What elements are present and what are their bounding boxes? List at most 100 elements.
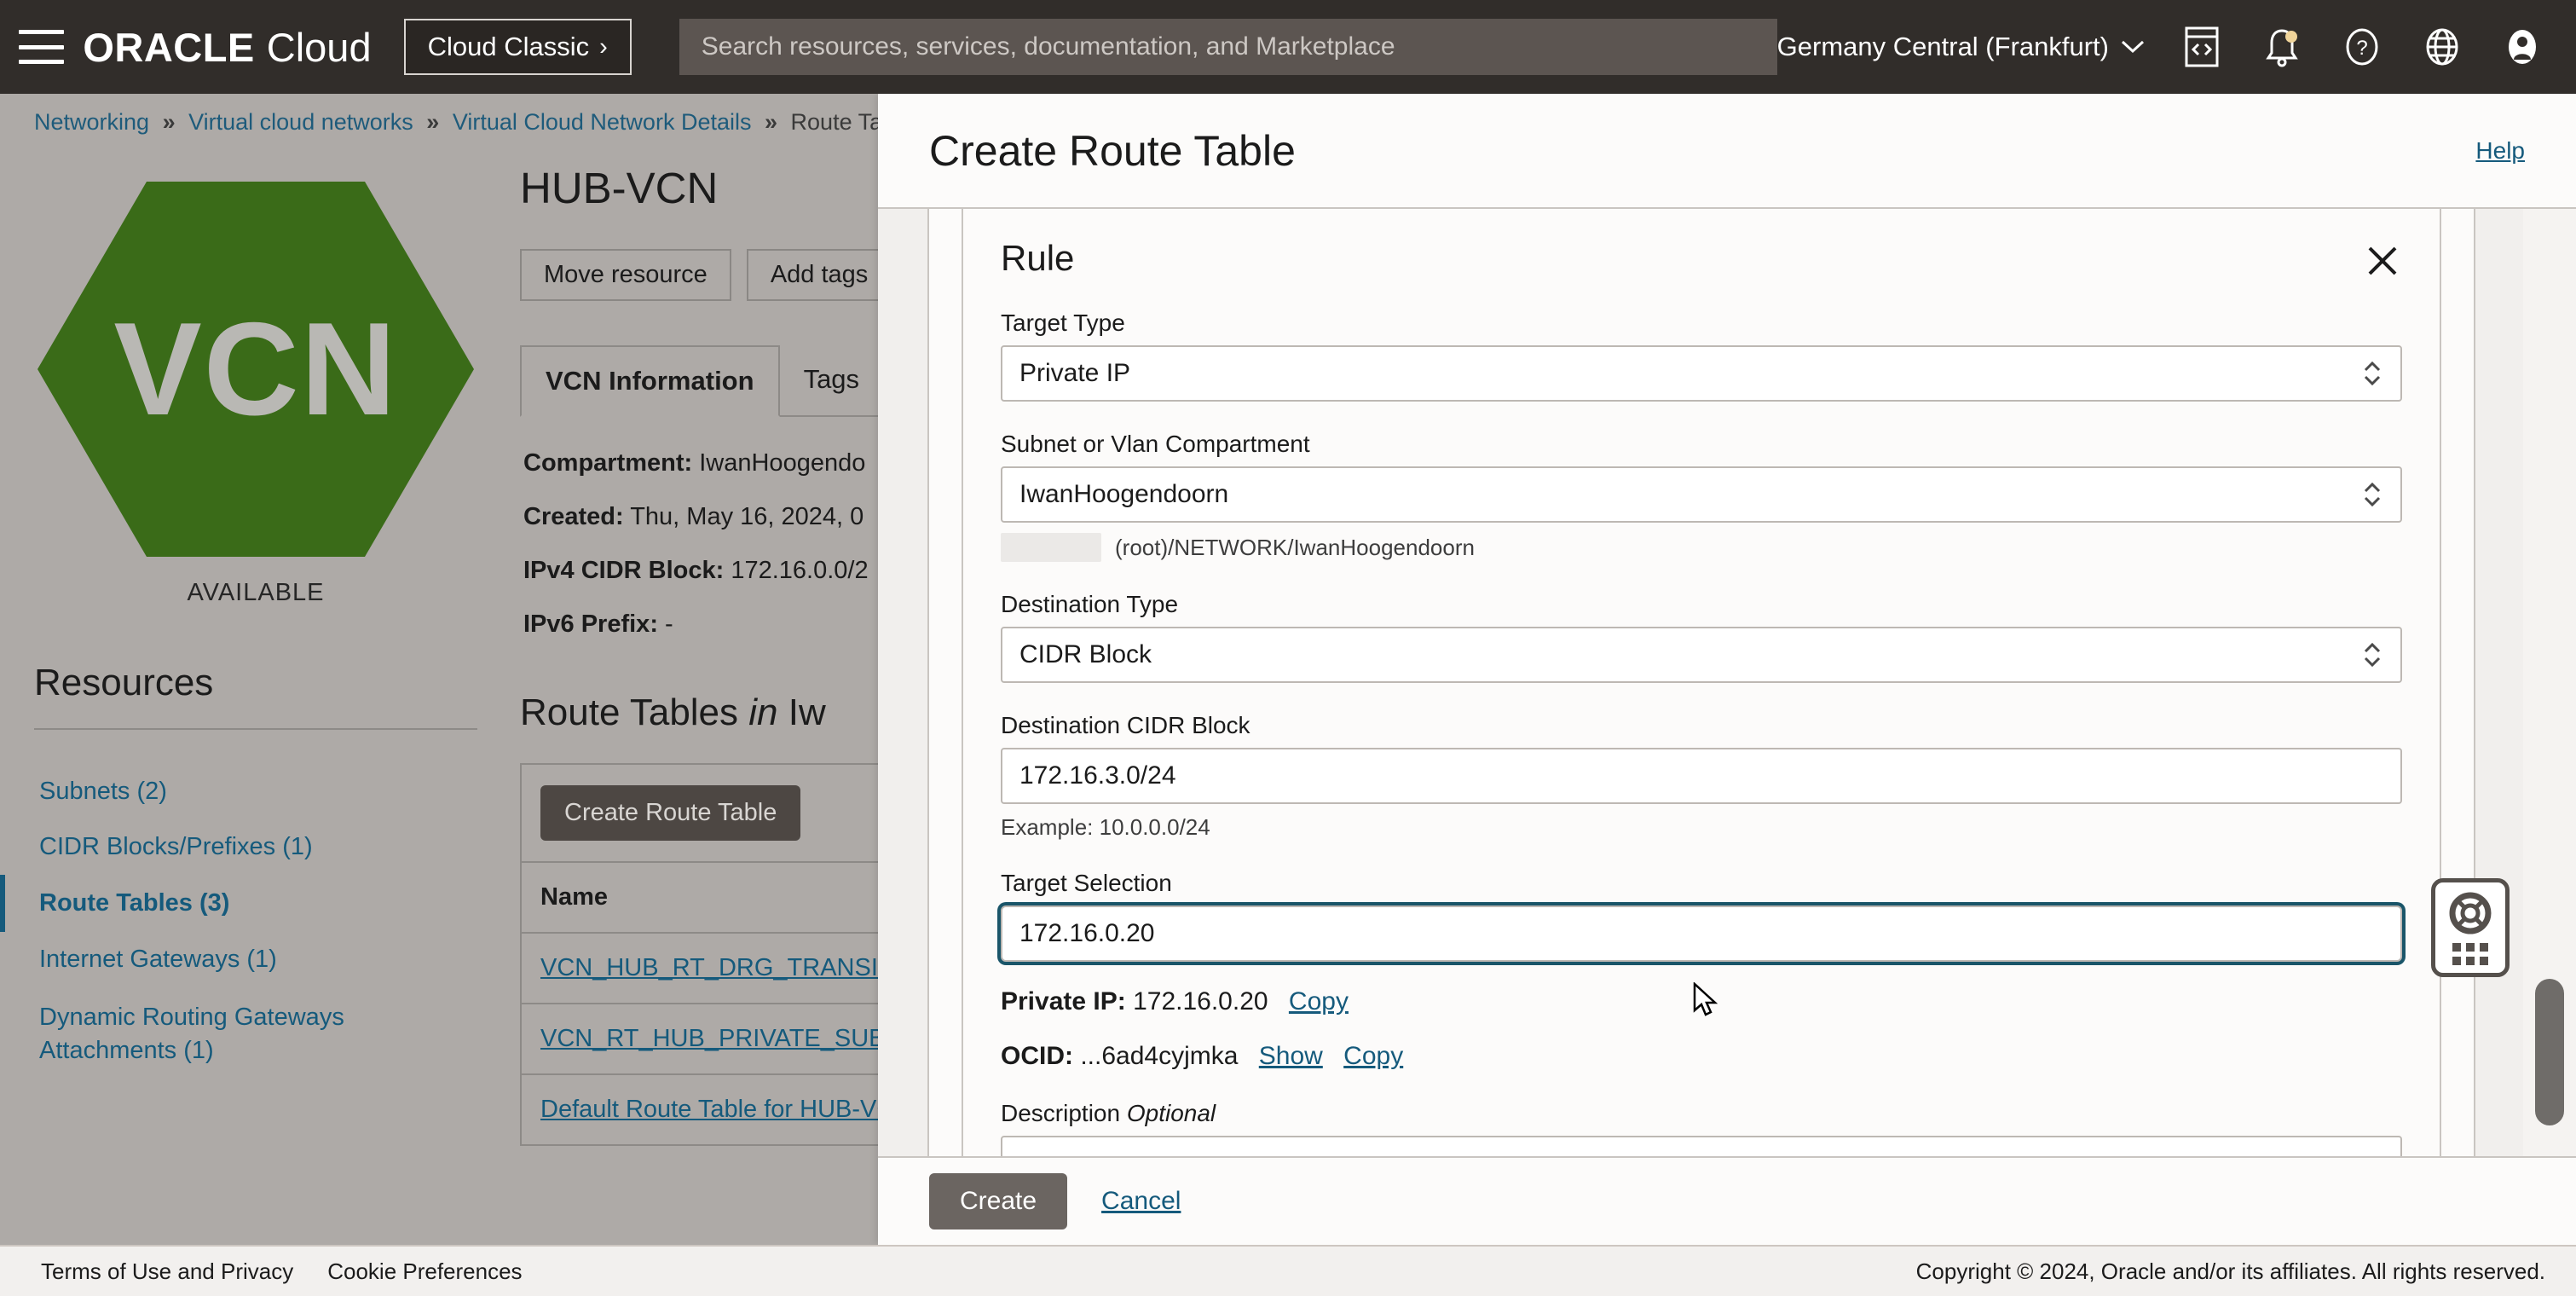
tab-tags[interactable]: Tags — [780, 345, 878, 415]
oracle-cloud-logo[interactable]: ORACLE Cloud — [83, 24, 371, 71]
panel-gutter-inner-left — [929, 209, 963, 1245]
chevron-right-icon: › — [599, 32, 608, 61]
cloud-classic-button[interactable]: Cloud Classic › — [403, 19, 632, 75]
info-value: Thu, May 16, 2024, 0 — [630, 503, 864, 530]
chevron-down-icon — [2121, 40, 2145, 54]
info-value: 172.16.0.0/2 — [731, 557, 869, 584]
destination-type-label: Destination Type — [1001, 591, 1179, 617]
info-key: Compartment: — [523, 449, 693, 477]
breadcrumb-separator: » — [426, 109, 440, 135]
breadcrumb-item-vcn-details[interactable]: Virtual Cloud Network Details — [453, 109, 752, 135]
right-column: HUB-VCN Move resource Add tags VCN Infor… — [511, 148, 878, 1146]
vcn-badge: VCN AVAILABLE — [34, 182, 477, 607]
table-row: VCN_HUB_RT_DRG_TRANSIT — [522, 932, 878, 1003]
cloud-classic-label: Cloud Classic — [427, 32, 590, 61]
sidebar-item-drg-attachments[interactable]: Dynamic Routing Gateways Attachments (1) — [0, 987, 358, 1081]
route-table-link[interactable]: VCN_HUB_RT_DRG_TRANSIT — [540, 954, 878, 981]
vcn-information-list: Compartment: IwanHoogendo Created: Thu, … — [523, 451, 878, 637]
add-tags-button[interactable]: Add tags — [746, 249, 878, 301]
route-tables-title-main: Route Tables — [520, 691, 749, 733]
rule-header: Rule — [1001, 238, 2402, 281]
info-row-compartment: Compartment: IwanHoogendo — [523, 451, 878, 476]
info-key: Created: — [523, 503, 624, 530]
ocid-value: ...6ad4cyjmka — [1080, 1042, 1239, 1070]
scrollbar-thumb[interactable] — [2535, 979, 2564, 1125]
breadcrumb-item-vcns[interactable]: Virtual cloud networks — [188, 109, 413, 135]
breadcrumb-item-current: Route Ta — [790, 109, 878, 135]
breadcrumb-separator: » — [765, 109, 778, 135]
panel-gutter-inner-right — [2440, 209, 2474, 1245]
detail-tabs: VCN Information Tags — [520, 345, 878, 417]
target-selection-input[interactable]: 172.16.0.20 — [1001, 905, 2402, 962]
help-link[interactable]: Help — [2475, 137, 2525, 165]
cloud-wordmark: Cloud — [266, 24, 372, 70]
route-table-link[interactable]: VCN_RT_HUB_PRIVATE_SUBNE — [540, 1025, 878, 1052]
target-type-value: Private IP — [1019, 359, 1131, 387]
target-selection-value: 172.16.0.20 — [1019, 919, 1155, 947]
breadcrumb-separator: » — [162, 109, 176, 135]
code-editor-icon[interactable] — [2179, 24, 2225, 70]
info-row-created: Created: Thu, May 16, 2024, 0 — [523, 505, 878, 529]
sidebar-item-cidr-blocks[interactable]: CIDR Blocks/Prefixes (1) — [0, 819, 511, 875]
oracle-wordmark: ORACLE — [83, 24, 255, 70]
destination-cidr-input[interactable]: 172.16.3.0/24 — [1001, 748, 2402, 804]
private-ip-copy-link[interactable]: Copy — [1289, 987, 1349, 1015]
top-navigation-bar: ORACLE Cloud Cloud Classic › Germany Cen… — [0, 0, 2576, 94]
rule-card: Rule Target Type Private IP Subnet or Vl… — [963, 238, 2440, 1182]
hamburger-menu-icon[interactable] — [19, 30, 65, 64]
help-floating-widget[interactable] — [2431, 878, 2510, 977]
region-label: Germany Central (Frankfurt) — [1776, 32, 2109, 61]
tab-vcn-information[interactable]: VCN Information — [520, 345, 780, 417]
subnet-compartment-helper-row: (root)/NETWORK/IwanHoogendoorn — [1001, 533, 2402, 562]
page-footer: Terms of Use and Privacy Cookie Preferen… — [0, 1245, 2576, 1296]
close-x-icon[interactable] — [2363, 241, 2402, 281]
route-tables-title-rest: Iw — [777, 691, 826, 733]
create-button[interactable]: Create — [929, 1173, 1068, 1229]
sidebar-item-route-tables[interactable]: Route Tables (3) — [0, 875, 511, 932]
footer-links: Terms of Use and Privacy Cookie Preferen… — [41, 1258, 523, 1285]
move-resource-button[interactable]: Move resource — [520, 249, 731, 301]
field-target-type: Target Type Private IP — [1001, 310, 2402, 402]
ocid-show-link[interactable]: Show — [1259, 1042, 1323, 1070]
search-input[interactable] — [679, 19, 1777, 75]
breadcrumb-item-networking[interactable]: Networking — [34, 109, 149, 135]
panel-gutter-outer-left — [878, 209, 929, 1245]
route-table-link[interactable]: Default Route Table for HUB-VC — [540, 1096, 878, 1123]
cancel-button[interactable]: Cancel — [1101, 1187, 1181, 1216]
panel-action-bar: Create Cancel — [878, 1156, 2576, 1245]
left-column: VCN AVAILABLE Resources Subnets (2) CIDR… — [0, 148, 511, 1146]
ocid-copy-link[interactable]: Copy — [1343, 1042, 1403, 1070]
sidebar-item-subnets[interactable]: Subnets (2) — [0, 764, 511, 819]
destination-type-select[interactable]: CIDR Block — [1001, 627, 2402, 683]
terms-link[interactable]: Terms of Use and Privacy — [41, 1258, 293, 1285]
page-content: VCN AVAILABLE Resources Subnets (2) CIDR… — [0, 136, 878, 1146]
help-question-icon[interactable]: ? — [2339, 24, 2385, 70]
language-globe-icon[interactable] — [2419, 24, 2465, 70]
region-selector[interactable]: Germany Central (Frankfurt) — [1777, 32, 2145, 62]
availability-status: AVAILABLE — [187, 579, 325, 606]
target-type-select[interactable]: Private IP — [1001, 345, 2402, 402]
target-type-label: Target Type — [1001, 310, 1125, 336]
target-selection-label: Target Selection — [1001, 870, 1172, 896]
sidebar-item-internet-gateways[interactable]: Internet Gateways (1) — [0, 932, 511, 987]
create-route-table-button[interactable]: Create Route Table — [540, 785, 801, 841]
vcn-hexagon-wrap: VCN — [34, 182, 477, 557]
panel-gutter-outer-right — [2474, 209, 2523, 1245]
panel-scrollbar[interactable] — [2523, 209, 2576, 1245]
user-avatar-icon[interactable] — [2499, 24, 2545, 70]
subnet-compartment-path: (root)/NETWORK/IwanHoogendoorn — [1115, 534, 1475, 560]
rule-heading: Rule — [1001, 238, 1075, 278]
route-tables-section-title: Route Tables in Iw — [520, 691, 878, 734]
cookie-preferences-link[interactable]: Cookie Preferences — [327, 1258, 522, 1285]
info-row-ipv6-prefix: IPv6 Prefix: - — [523, 612, 878, 637]
subnet-compartment-select[interactable]: IwanHoogendoorn — [1001, 466, 2402, 523]
destination-cidr-value: 172.16.3.0/24 — [1019, 761, 1176, 790]
svg-text:?: ? — [2356, 37, 2367, 60]
info-value: - — [665, 610, 673, 638]
subnet-compartment-label: Subnet or Vlan Compartment — [1001, 431, 1310, 457]
vcn-hexagon-icon: VCN — [38, 182, 474, 557]
notifications-bell-icon[interactable] — [2259, 24, 2305, 70]
ocid-row: OCID: ...6ad4cyjmka Show Copy — [1001, 1042, 2402, 1071]
info-value: IwanHoogendo — [699, 449, 866, 477]
resource-action-buttons: Move resource Add tags — [520, 249, 878, 301]
